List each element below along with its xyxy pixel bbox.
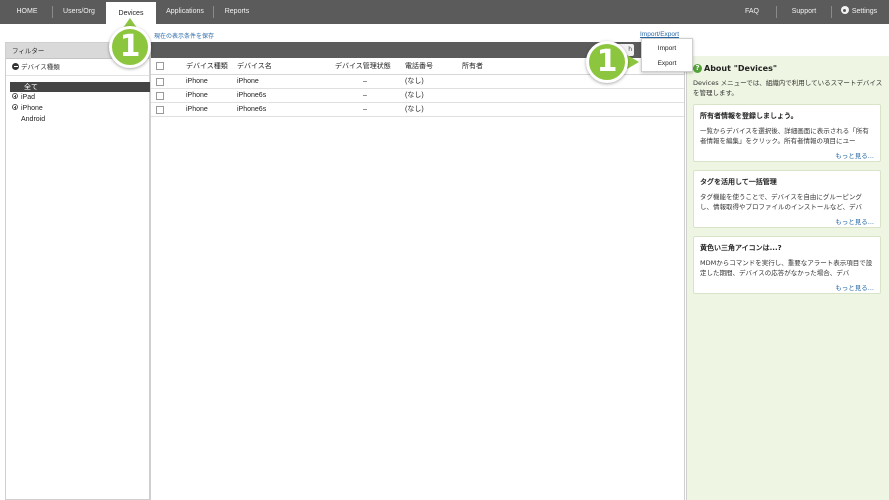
filter-item-ipad[interactable]: iPad — [6, 92, 149, 103]
nav-applications[interactable]: Applications — [160, 0, 210, 24]
callout-badge-devices: 1 — [109, 26, 151, 68]
read-more-link[interactable]: もっと見る... — [700, 150, 874, 162]
column-owner[interactable]: 所有者 — [462, 58, 483, 75]
read-more-link[interactable]: もっと見る... — [700, 216, 874, 228]
device-table: h デバイス種類 デバイス名 デバイス管理状態 電話番号 所有者 iPhone … — [150, 42, 685, 500]
gear-icon — [840, 6, 849, 14]
row-checkbox[interactable] — [156, 92, 164, 100]
cell-phone: (なし) — [405, 92, 424, 99]
nav-separator — [52, 6, 53, 18]
help-card: 黄色い三角アイコンは...? MDMからコマンドを実行し、重要なアラート表示項目… — [693, 236, 881, 294]
cell-status: – — [363, 78, 367, 85]
filter-item-android[interactable]: Android — [6, 114, 149, 125]
expand-icon[interactable] — [12, 93, 18, 99]
callout-pointer — [627, 55, 639, 69]
row-checkbox[interactable] — [156, 106, 164, 114]
column-device-type[interactable]: デバイス種類 — [186, 58, 228, 75]
select-all-checkbox[interactable] — [156, 62, 164, 70]
collapse-icon[interactable] — [12, 63, 19, 70]
nav-reports[interactable]: Reports — [218, 0, 256, 24]
nav-separator — [213, 6, 214, 18]
table-row[interactable]: iPhone iPhone6s – (なし) — [151, 103, 684, 117]
help-title-text: About "Devices" — [704, 64, 778, 73]
help-panel: ? About "Devices" Devices メニューでは、組織内で利用して… — [686, 56, 889, 500]
import-export-link[interactable]: Import/Export — [640, 31, 679, 38]
cell-device-name: iPhone6s — [237, 106, 267, 113]
cell-device-type: iPhone — [186, 92, 208, 99]
expand-icon[interactable] — [12, 104, 18, 110]
filter-panel: フィルター デバイス種類 全て iPad iPhone Android — [5, 42, 151, 500]
import-menu-item[interactable]: Import — [642, 41, 692, 56]
nav-users-org[interactable]: Users/Org — [56, 0, 102, 24]
nav-faq[interactable]: FAQ — [740, 0, 764, 24]
save-view-link[interactable]: 現在の表示条件を保存 — [154, 31, 214, 40]
filter-item-label: iPhone — [21, 105, 43, 112]
help-title: ? About "Devices" — [693, 64, 777, 74]
nav-support[interactable]: Support — [786, 0, 822, 24]
help-card-title: タグを活用して一括管理 — [700, 178, 777, 186]
filter-device-type-label: デバイス種類 — [21, 63, 60, 71]
cell-phone: (なし) — [405, 106, 424, 113]
row-checkbox[interactable] — [156, 78, 164, 86]
cell-device-type: iPhone — [186, 78, 208, 85]
help-description: Devices メニューでは、組織内で利用しているスマートデバイスを管理します。 — [693, 79, 883, 97]
help-card: タグを活用して一括管理 タグ機能を使うことで、デバイスを自由にグルーピングし、情… — [693, 170, 881, 228]
nav-settings-label: Settings — [851, 8, 878, 15]
filter-all[interactable]: 全て — [10, 82, 151, 92]
help-card-text: MDMからコマンドを実行し、重要なアラート表示項目で設定した期間、デバイスの応答… — [700, 259, 873, 277]
cell-phone: (なし) — [405, 78, 424, 85]
filter-item-label: Android — [21, 116, 46, 123]
import-export-dropdown: Import Export — [641, 38, 693, 72]
nav-settings[interactable]: Settings — [836, 0, 882, 24]
cell-device-name: iPhone6s — [237, 92, 267, 99]
column-phone-number[interactable]: 電話番号 — [405, 58, 433, 75]
cell-device-name: iPhone — [237, 78, 259, 85]
help-card-title: 黄色い三角アイコンは...? — [700, 244, 782, 252]
column-device-name[interactable]: デバイス名 — [237, 58, 272, 75]
table-row[interactable]: iPhone iPhone6s – (なし) — [151, 89, 684, 103]
help-card: 所有者情報を登録しましょう。 一覧からデバイスを選択後、詳細画面に表示される「所… — [693, 104, 881, 162]
help-card-text: 一覧からデバイスを選択後、詳細画面に表示される「所有者情報を編集」をクリック。所… — [700, 127, 869, 145]
question-icon: ? — [693, 64, 702, 73]
callout-badge-export: 1 — [586, 41, 628, 83]
export-menu-item[interactable]: Export — [642, 56, 692, 71]
cell-status: – — [363, 106, 367, 113]
cell-status: – — [363, 92, 367, 99]
filter-item-iphone[interactable]: iPhone — [6, 103, 149, 114]
column-management-status[interactable]: デバイス管理状態 — [335, 58, 391, 75]
help-card-text: タグ機能を使うことで、デバイスを自由にグルーピングし、情報取得やプロファイルのイ… — [700, 193, 863, 211]
nav-home[interactable]: HOME — [8, 0, 46, 24]
nav-separator — [776, 6, 777, 18]
filter-item-label: iPad — [21, 94, 36, 101]
nav-separator — [831, 6, 832, 18]
help-card-title: 所有者情報を登録しましょう。 — [700, 112, 798, 120]
read-more-link[interactable]: もっと見る... — [700, 282, 874, 294]
cell-device-type: iPhone — [186, 106, 208, 113]
